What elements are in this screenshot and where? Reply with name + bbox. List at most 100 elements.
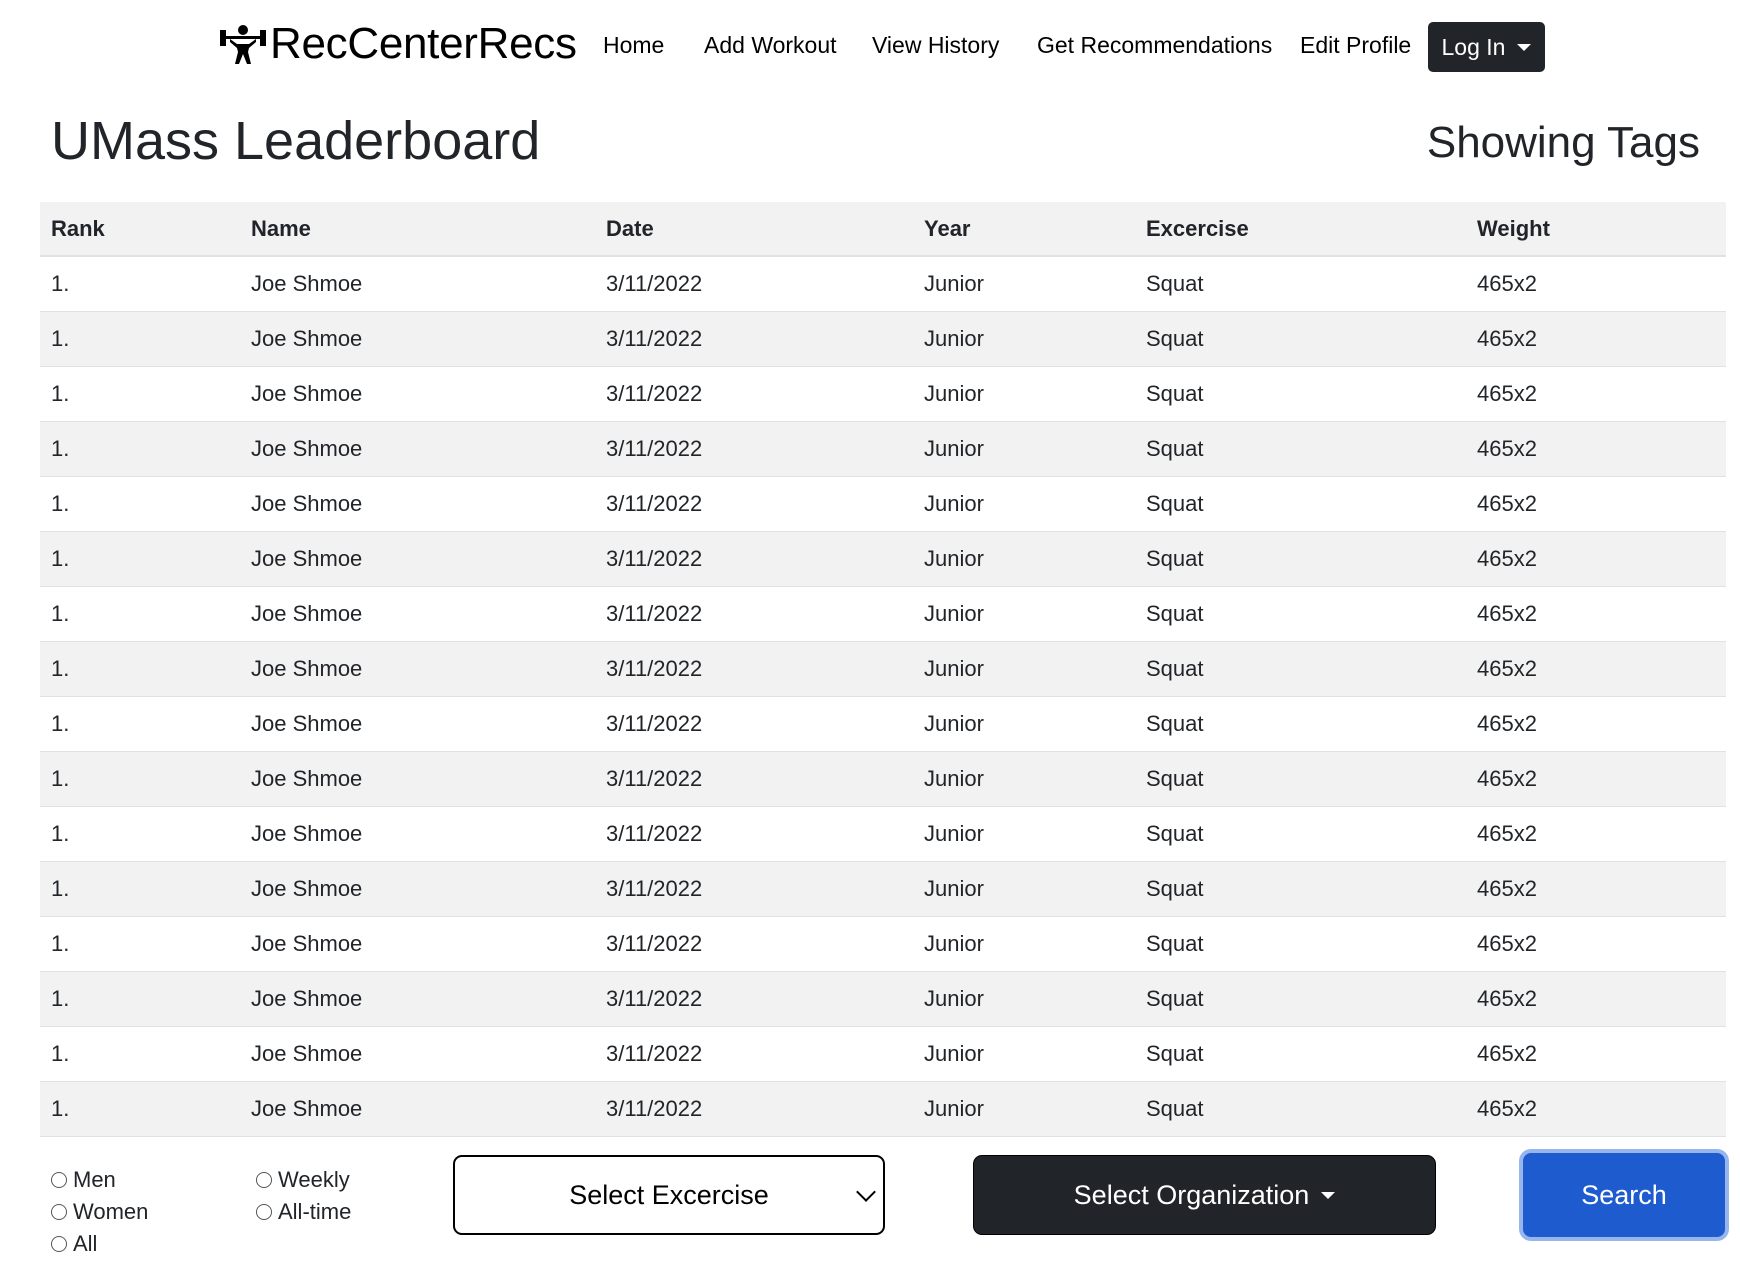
cell-exercise: Squat	[1135, 805, 1466, 861]
cell-name: Joe Shmoe	[240, 365, 595, 421]
table-row: 1. Joe Shmoe 3/11/2022 Junior Squat 465x2	[40, 585, 1726, 641]
cell-rank: 1.	[40, 310, 240, 366]
cell-year: Junior	[913, 310, 1135, 366]
table-row: 1. Joe Shmoe 3/11/2022 Junior Squat 465x2	[40, 1080, 1726, 1137]
cell-rank: 1.	[40, 530, 240, 586]
cell-year: Junior	[913, 695, 1135, 751]
radio-men[interactable]: Men	[51, 1167, 116, 1193]
radio-women[interactable]: Women	[51, 1199, 148, 1225]
cell-rank: 1.	[40, 585, 240, 641]
nav-home[interactable]: Home	[603, 32, 664, 59]
cell-exercise: Squat	[1135, 365, 1466, 421]
cell-rank: 1.	[40, 475, 240, 531]
cell-year: Junior	[913, 255, 1135, 311]
cell-date: 3/11/2022	[595, 970, 913, 1026]
cell-weight: 465x2	[1466, 530, 1726, 586]
table-row: 1. Joe Shmoe 3/11/2022 Junior Squat 465x2	[40, 255, 1726, 311]
cell-date: 3/11/2022	[595, 1025, 913, 1081]
cell-year: Junior	[913, 970, 1135, 1026]
cell-name: Joe Shmoe	[240, 805, 595, 861]
cell-date: 3/11/2022	[595, 695, 913, 751]
nav-edit-profile[interactable]: Edit Profile	[1300, 32, 1411, 59]
cell-exercise: Squat	[1135, 695, 1466, 751]
radio-circle-icon	[256, 1172, 272, 1188]
cell-date: 3/11/2022	[595, 1080, 913, 1137]
table-row: 1. Joe Shmoe 3/11/2022 Junior Squat 465x2	[40, 475, 1726, 531]
cell-rank: 1.	[40, 750, 240, 806]
cell-year: Junior	[913, 1025, 1135, 1081]
cell-weight: 465x2	[1466, 475, 1726, 531]
table-row: 1. Joe Shmoe 3/11/2022 Junior Squat 465x2	[40, 420, 1726, 476]
cell-weight: 465x2	[1466, 310, 1726, 366]
cell-weight: 465x2	[1466, 255, 1726, 311]
nav-get-recommendations[interactable]: Get Recommendations	[1037, 32, 1272, 59]
table-row: 1. Joe Shmoe 3/11/2022 Junior Squat 465x2	[40, 310, 1726, 366]
cell-rank: 1.	[40, 805, 240, 861]
cell-date: 3/11/2022	[595, 860, 913, 916]
cell-weight: 465x2	[1466, 970, 1726, 1026]
cell-weight: 465x2	[1466, 585, 1726, 641]
cell-year: Junior	[913, 805, 1135, 861]
cell-weight: 465x2	[1466, 420, 1726, 476]
brand[interactable]: RecCenterRecs	[218, 16, 577, 72]
radio-weekly[interactable]: Weekly	[256, 1167, 350, 1193]
cell-rank: 1.	[40, 420, 240, 476]
table-row: 1. Joe Shmoe 3/11/2022 Junior Squat 465x2	[40, 970, 1726, 1026]
exercise-select-value: Select Excercise	[569, 1179, 769, 1210]
cell-exercise: Squat	[1135, 310, 1466, 366]
table-row: 1. Joe Shmoe 3/11/2022 Junior Squat 465x2	[40, 530, 1726, 586]
cell-year: Junior	[913, 530, 1135, 586]
cell-exercise: Squat	[1135, 970, 1466, 1026]
cell-name: Joe Shmoe	[240, 420, 595, 476]
radio-alltime[interactable]: All-time	[256, 1199, 351, 1225]
cell-name: Joe Shmoe	[240, 1080, 595, 1137]
cell-name: Joe Shmoe	[240, 860, 595, 916]
cell-name: Joe Shmoe	[240, 695, 595, 751]
cell-exercise: Squat	[1135, 530, 1466, 586]
cell-weight: 465x2	[1466, 915, 1726, 971]
cell-rank: 1.	[40, 365, 240, 421]
cell-rank: 1.	[40, 915, 240, 971]
organization-dropdown-button[interactable]: Select Organization	[973, 1155, 1436, 1235]
table-row: 1. Joe Shmoe 3/11/2022 Junior Squat 465x2	[40, 805, 1726, 861]
cell-name: Joe Shmoe	[240, 750, 595, 806]
page-title: UMass Leaderboard	[51, 111, 541, 171]
radio-circle-icon	[51, 1172, 67, 1188]
cell-date: 3/11/2022	[595, 475, 913, 531]
cell-date: 3/11/2022	[595, 750, 913, 806]
login-dropdown-button[interactable]: Log In	[1428, 22, 1545, 72]
radio-alltime-label: All-time	[278, 1199, 352, 1224]
cell-exercise: Squat	[1135, 750, 1466, 806]
cell-rank: 1.	[40, 255, 240, 311]
cell-exercise: Squat	[1135, 475, 1466, 531]
cell-year: Junior	[913, 420, 1135, 476]
login-label: Log In	[1441, 33, 1506, 60]
cell-name: Joe Shmoe	[240, 310, 595, 366]
brand-name: RecCenterRecs	[270, 19, 577, 68]
exercise-select[interactable]: Select Excercise	[453, 1155, 885, 1235]
cell-date: 3/11/2022	[595, 915, 913, 971]
radio-all[interactable]: All	[51, 1231, 97, 1257]
table-row: 1. Joe Shmoe 3/11/2022 Junior Squat 465x2	[40, 640, 1726, 696]
header-name: Name	[240, 202, 595, 257]
radio-men-label: Men	[73, 1167, 116, 1192]
leaderboard-table: Rank Name Date Year Excercise Weight 1. J…	[40, 202, 1726, 1137]
cell-name: Joe Shmoe	[240, 255, 595, 311]
radio-circle-icon	[51, 1204, 67, 1220]
search-label: Search	[1581, 1179, 1667, 1210]
nav-add-workout[interactable]: Add Workout	[704, 32, 837, 59]
nav-view-history[interactable]: View History	[872, 32, 999, 59]
chevron-down-icon	[856, 1182, 876, 1202]
search-button[interactable]: Search	[1523, 1153, 1725, 1237]
cell-rank: 1.	[40, 1025, 240, 1081]
cell-exercise: Squat	[1135, 1025, 1466, 1081]
cell-date: 3/11/2022	[595, 255, 913, 311]
cell-exercise: Squat	[1135, 640, 1466, 696]
cell-name: Joe Shmoe	[240, 585, 595, 641]
cell-name: Joe Shmoe	[240, 1025, 595, 1081]
radio-women-label: Women	[73, 1199, 149, 1224]
cell-weight: 465x2	[1466, 1080, 1726, 1137]
tags-heading: Showing Tags	[1426, 118, 1700, 167]
navbar: RecCenterRecs Home Add Workout View Hist…	[0, 0, 1740, 96]
cell-weight: 465x2	[1466, 640, 1726, 696]
